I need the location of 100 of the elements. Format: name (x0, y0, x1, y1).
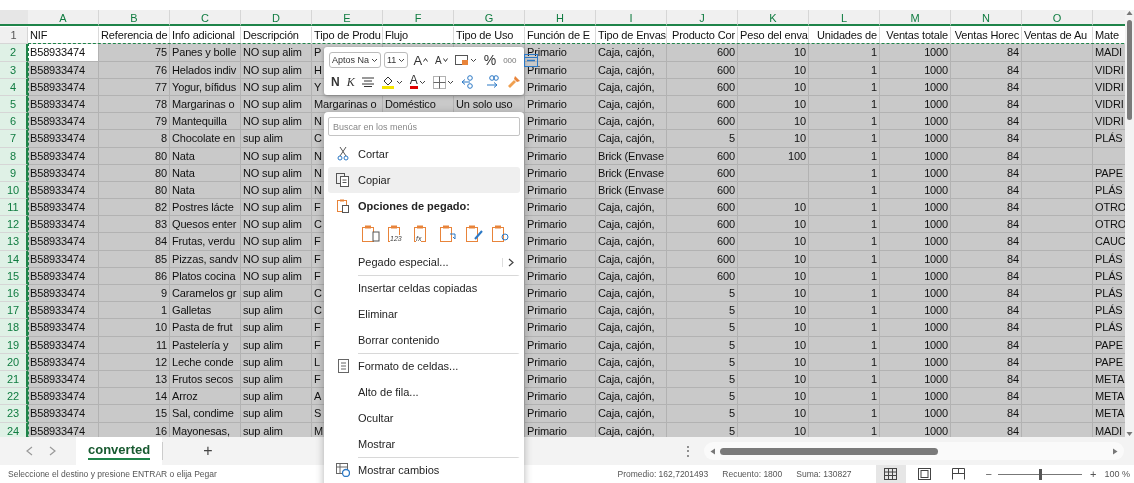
table-cell: B58933474 (28, 130, 99, 148)
column-header[interactable]: I (596, 10, 667, 26)
table-cell: 84 (951, 285, 1022, 303)
table-cell: 5 (667, 319, 738, 337)
table-cell: 1 (809, 130, 880, 148)
column-header[interactable]: F (383, 10, 454, 26)
select-all-button[interactable] (0, 10, 28, 26)
table-cell: VIDRI (1093, 113, 1125, 131)
scroll-down-arrow-icon[interactable] (1126, 431, 1133, 437)
scroll-left-arrow-icon[interactable] (710, 447, 716, 455)
thousands-button[interactable]: 000 (501, 51, 519, 69)
row-header[interactable]: 16 (0, 285, 28, 303)
table-cell: 79 (99, 113, 170, 131)
column-header[interactable]: K (738, 10, 809, 26)
column-header[interactable]: G (454, 10, 525, 26)
font-size-dropdown[interactable]: 11 (384, 52, 409, 68)
font-color-button[interactable]: A (407, 73, 428, 91)
copy-icon (336, 173, 350, 187)
row-header[interactable]: 23 (0, 405, 28, 423)
grow-font-button[interactable]: A (411, 51, 431, 69)
table-cell: sup alim (241, 130, 312, 148)
paste-formatting-option[interactable] (466, 225, 484, 243)
column-header[interactable]: J (667, 10, 738, 26)
add-sheet-button[interactable]: + (162, 442, 243, 460)
table-cell: Postres lácte (170, 199, 241, 217)
table-cell: 1 (99, 302, 170, 320)
column-header[interactable] (1093, 10, 1125, 26)
align-center-icon (361, 77, 374, 87)
column-header[interactable]: N (951, 10, 1022, 26)
table-cell: B58933474 (28, 216, 99, 234)
row-header[interactable]: 6 (0, 113, 28, 131)
scissors-icon (337, 147, 349, 161)
zoom-slider-thumb[interactable] (1038, 468, 1042, 480)
caret-icon (418, 79, 426, 85)
row-header[interactable]: 11 (0, 199, 28, 217)
column-header[interactable]: O (1022, 10, 1093, 26)
row-header[interactable]: 13 (0, 233, 28, 251)
table-cell: 10 (738, 199, 809, 217)
more-options-button[interactable]: ⋮ (672, 444, 704, 458)
row-header[interactable]: 1 (0, 27, 28, 45)
menu-item[interactable]: Copiar (328, 167, 520, 193)
scrollbar-thumb[interactable] (720, 447, 938, 455)
table-cell: 1000 (880, 319, 951, 337)
table-cell: Sal, condime (170, 405, 241, 423)
normal-view-icon (884, 468, 898, 480)
zoom-out-button[interactable]: − (985, 468, 993, 480)
table-cell: 1 (809, 113, 880, 131)
table-cell: Primario (525, 285, 596, 303)
borders-button[interactable] (430, 73, 456, 91)
row-header[interactable]: 12 (0, 216, 28, 234)
shrink-font-button[interactable]: A (433, 51, 450, 69)
table-cell: 10 (738, 405, 809, 423)
table-cell: NO sup alim (241, 233, 312, 251)
status-statistic: Recuento: 1800 (722, 469, 783, 479)
table-cell: Mantequilla (170, 113, 241, 131)
table-cell: OTRO (1093, 216, 1125, 234)
column-header[interactable]: D (241, 10, 312, 26)
row-header[interactable]: 7 (0, 130, 28, 148)
table-cell: Primario (525, 199, 596, 217)
horizontal-scrollbar[interactable] (704, 442, 1124, 460)
sheet-tab[interactable]: converted (76, 437, 163, 465)
scrollbar-thumb[interactable] (1127, 20, 1132, 120)
table-cell: Primario (525, 319, 596, 337)
font-name-dropdown[interactable]: Aptos Na (329, 52, 382, 68)
column-header[interactable]: M (880, 10, 951, 26)
paste-paste-option[interactable] (362, 225, 380, 243)
row-header[interactable]: 22 (0, 388, 28, 406)
chevron-right-icon[interactable] (49, 446, 56, 456)
table-cell: sup alim (241, 405, 312, 423)
column-header[interactable]: B (99, 10, 170, 26)
table-cell: 84 (951, 388, 1022, 406)
scroll-up-arrow-icon[interactable] (1126, 10, 1133, 16)
row-header[interactable]: 18 (0, 319, 28, 337)
column-header[interactable]: A (28, 10, 99, 26)
table-cell: 1000 (880, 388, 951, 406)
table-cell: Caja, cajón, (596, 199, 667, 217)
paste-transpose-option[interactable] (440, 225, 458, 243)
table-cell: 75 (99, 44, 170, 62)
vertical-scrollbar[interactable] (1125, 10, 1134, 437)
row-header[interactable]: 2 (0, 44, 28, 62)
normal-view-button[interactable] (875, 465, 906, 483)
percent-button[interactable]: % (481, 51, 499, 69)
column-header[interactable]: E (312, 10, 383, 26)
paste-link-option[interactable] (492, 225, 510, 243)
table-cell: 5 (667, 130, 738, 148)
menu-item[interactable]: Mostrar (328, 431, 520, 457)
table-cell: PLÁS (1093, 319, 1125, 337)
column-header[interactable]: L (809, 10, 880, 26)
row-header[interactable]: 17 (0, 302, 28, 320)
table-cell: 1 (809, 405, 880, 423)
column-header[interactable]: C (170, 10, 241, 26)
table-cell: 600 (667, 113, 738, 131)
chevron-left-icon[interactable] (26, 446, 33, 456)
column-header[interactable]: H (525, 10, 596, 26)
menu-search-field[interactable]: Buscar en los menús (328, 117, 520, 136)
scroll-right-arrow-icon[interactable] (1112, 447, 1118, 455)
table-cell: B58933474 (28, 233, 99, 251)
table-cell: 600 (667, 44, 738, 62)
paintbrush-icon (506, 75, 521, 89)
zoom-in-button[interactable]: + (1090, 468, 1097, 480)
